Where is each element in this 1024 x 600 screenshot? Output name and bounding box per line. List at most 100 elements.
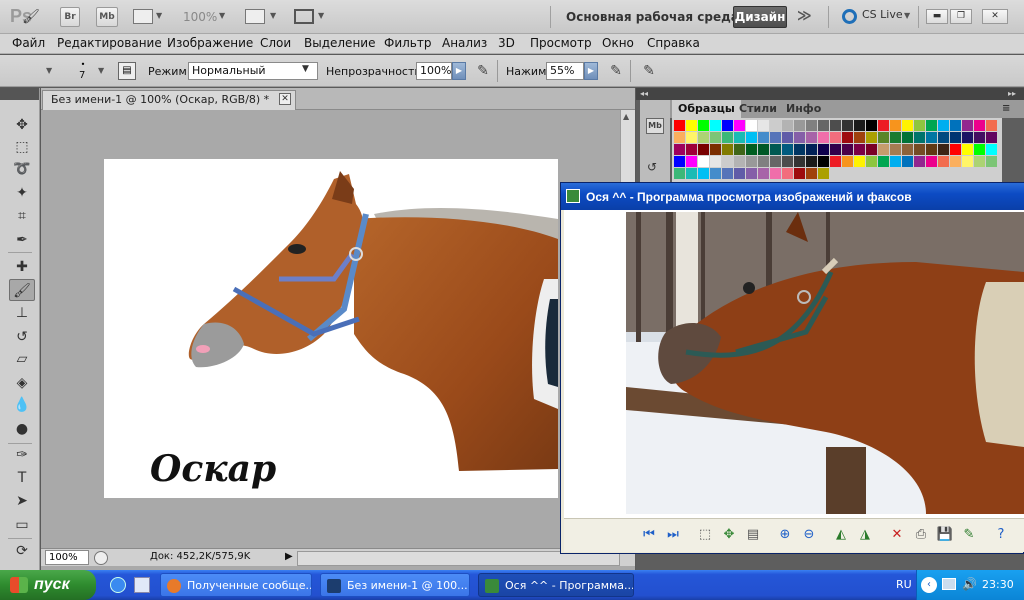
brush-panel-toggle-icon[interactable]: ▤ (118, 62, 136, 80)
task-photoshop[interactable]: Без имени-1 @ 100... (320, 573, 470, 597)
swatch-cell[interactable] (734, 132, 745, 143)
swatch-cell[interactable] (878, 144, 889, 155)
minibridge-button[interactable]: Mb (96, 7, 118, 27)
swatch-cell[interactable] (866, 120, 877, 131)
swatch-cell[interactable] (974, 156, 985, 167)
arrange-chevron-icon[interactable]: ▼ (270, 11, 276, 20)
brush-tool-icon[interactable]: 🖌 (9, 279, 35, 301)
swatch-cell[interactable] (734, 120, 745, 131)
history-brush-tool-icon[interactable]: ↺ (9, 326, 35, 348)
swatch-cell[interactable] (986, 132, 997, 143)
print-icon[interactable]: ⎙ (912, 526, 930, 544)
marquee-tool-icon[interactable]: ⬚ (9, 136, 35, 158)
swatch-cell[interactable] (770, 168, 781, 179)
status-menu-arrow-icon[interactable]: ▶ (285, 551, 293, 562)
swatch-cell[interactable] (710, 144, 721, 155)
swatch-cells[interactable] (672, 118, 1002, 182)
healing-brush-tool-icon[interactable]: ✚ (9, 256, 35, 278)
swatch-cell[interactable] (854, 120, 865, 131)
swatch-cell[interactable] (722, 156, 733, 167)
type-tool-icon[interactable]: T (9, 467, 35, 489)
swatch-cell[interactable] (866, 144, 877, 155)
tab-swatches[interactable]: Образцы (672, 100, 741, 118)
swatch-cell[interactable] (686, 120, 697, 131)
swatch-cell[interactable] (794, 156, 805, 167)
swatch-cell[interactable] (782, 132, 793, 143)
blur-tool-icon[interactable]: 💧 (9, 394, 35, 416)
move-tool-icon[interactable]: ✥ (9, 114, 35, 136)
paint-bucket-tool-icon[interactable]: ◈ (9, 372, 35, 394)
swatch-cell[interactable] (806, 168, 817, 179)
swatch-cell[interactable] (698, 144, 709, 155)
swatch-cell[interactable] (854, 144, 865, 155)
swatch-cell[interactable] (794, 120, 805, 131)
swatch-cell[interactable] (722, 168, 733, 179)
swatch-cell[interactable] (950, 132, 961, 143)
dodge-tool-icon[interactable]: ● (9, 418, 35, 440)
menu-image[interactable]: Изображение (167, 36, 253, 50)
swatch-cell[interactable] (926, 156, 937, 167)
more-workspaces-button[interactable]: ≫ (797, 8, 812, 24)
desktop-quicklaunch-icon[interactable] (134, 577, 150, 593)
swatch-cell[interactable] (758, 156, 769, 167)
swatch-cell[interactable] (878, 132, 889, 143)
opacity-input[interactable]: 100% (416, 62, 452, 80)
swatch-cell[interactable] (770, 144, 781, 155)
menu-help[interactable]: Справка (647, 36, 700, 50)
volume-icon[interactable]: 🔊 (962, 577, 977, 591)
menu-edit[interactable]: Редактирование (57, 36, 162, 50)
swatch-cell[interactable] (926, 144, 937, 155)
swatch-cell[interactable] (722, 144, 733, 155)
cslive-button[interactable]: CS Live (862, 8, 903, 21)
tablet-size-icon[interactable]: ✎ (640, 62, 658, 80)
swatch-cell[interactable] (698, 156, 709, 167)
swatch-cell[interactable] (866, 156, 877, 167)
swatch-cell[interactable] (842, 156, 853, 167)
swatch-cell[interactable] (950, 120, 961, 131)
tray-expand-icon[interactable]: ‹ (921, 577, 937, 593)
next-image-icon[interactable]: ⏭ (664, 526, 682, 544)
swatch-cell[interactable] (674, 156, 685, 167)
tab-info[interactable]: Инфо (780, 100, 827, 118)
minimize-button[interactable]: ▬ (926, 9, 948, 24)
swatch-cell[interactable] (938, 120, 949, 131)
actual-size-icon[interactable]: ✥ (720, 526, 738, 544)
language-indicator[interactable]: RU (896, 578, 912, 591)
swatches-grid[interactable] (672, 118, 1002, 182)
swatch-cell[interactable] (974, 132, 985, 143)
swatch-cell[interactable] (818, 120, 829, 131)
swatch-cell[interactable] (734, 168, 745, 179)
history-panel-icon[interactable]: ↺ (647, 160, 657, 174)
swatch-cell[interactable] (782, 120, 793, 131)
swatch-cell[interactable] (830, 120, 841, 131)
delete-icon[interactable]: ✕ (888, 526, 906, 544)
help-icon[interactable]: ? (992, 526, 1010, 544)
swatch-cell[interactable] (878, 120, 889, 131)
swatch-cell[interactable] (974, 120, 985, 131)
menu-layers[interactable]: Слои (260, 36, 291, 50)
swatch-cell[interactable] (710, 156, 721, 167)
menu-view[interactable]: Просмотр (530, 36, 592, 50)
swatch-cell[interactable] (902, 120, 913, 131)
swatch-cell[interactable] (770, 132, 781, 143)
swatch-cell[interactable] (902, 132, 913, 143)
swatch-cell[interactable] (890, 120, 901, 131)
previous-image-icon[interactable]: ⏮ (640, 526, 658, 544)
right-panel-header[interactable] (636, 88, 1024, 100)
swatch-cell[interactable] (938, 132, 949, 143)
swatch-cell[interactable] (746, 144, 757, 155)
swatch-cell[interactable] (782, 168, 793, 179)
swatch-cell[interactable] (746, 132, 757, 143)
clone-stamp-tool-icon[interactable]: ⊥ (9, 302, 35, 324)
swatch-cell[interactable] (710, 132, 721, 143)
save-copy-icon[interactable]: 💾 (936, 526, 954, 544)
tab-styles[interactable]: Стили (733, 100, 783, 118)
swatch-cell[interactable] (818, 156, 829, 167)
swatch-cell[interactable] (830, 144, 841, 155)
brush-picker-chevron-icon[interactable]: ▼ (98, 66, 104, 75)
workspace-label[interactable]: Основная рабочая среда (566, 10, 739, 24)
swatch-cell[interactable] (806, 120, 817, 131)
rotate-counterclockwise-icon[interactable]: ◮ (856, 526, 874, 544)
flow-input[interactable]: 55% (546, 62, 584, 80)
opacity-slider-arrow-icon[interactable]: ▶ (452, 62, 466, 80)
